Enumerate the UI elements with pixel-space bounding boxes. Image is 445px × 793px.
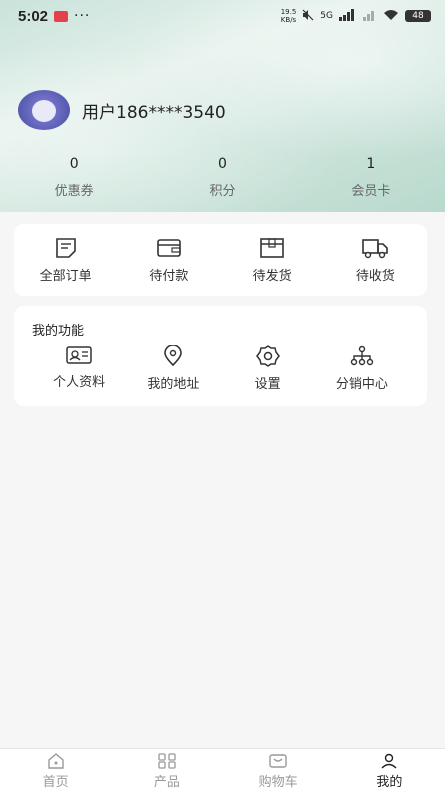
- package-icon: [259, 237, 285, 259]
- signal-secondary-icon: [363, 9, 377, 24]
- function-label: 我的地址: [147, 377, 200, 392]
- distribution-center-button[interactable]: 分销中心: [315, 345, 409, 392]
- username: 用户186****3540: [82, 102, 226, 123]
- mute-icon: [302, 9, 314, 24]
- settings-button[interactable]: 设置: [221, 345, 315, 392]
- network-speed: 19.5 KB/s: [281, 8, 297, 24]
- function-label: 分销中心: [335, 377, 388, 392]
- order-label: 待发货: [252, 268, 292, 284]
- network-speed-value: 19.5: [280, 8, 297, 16]
- stat-membership-card[interactable]: 1 会员卡: [297, 156, 445, 199]
- stat-label: 积分: [209, 184, 236, 199]
- cart-icon: [269, 753, 287, 769]
- stat-label: 优惠券: [54, 184, 94, 199]
- order-all-button[interactable]: 全部订单: [14, 237, 117, 284]
- tab-home[interactable]: 首页: [0, 749, 111, 793]
- function-label: 个人资料: [53, 375, 106, 390]
- more-notifications-icon: ···: [74, 8, 91, 24]
- user-icon: [380, 753, 398, 769]
- status-time: 5:02: [18, 7, 49, 25]
- grid-icon: [158, 752, 176, 769]
- order-label: 全部订单: [39, 268, 92, 284]
- status-right: 19.5 KB/s 5G 48: [281, 8, 431, 24]
- network-speed-unit: KB/s: [280, 16, 297, 24]
- bottom-tab-bar: 首页 产品 购物车 我的: [0, 748, 445, 793]
- order-label: 待收货: [355, 268, 395, 284]
- order-pending-shipment-button[interactable]: 待发货: [221, 237, 324, 284]
- functions-title: 我的功能: [32, 324, 85, 339]
- home-icon: [47, 752, 65, 769]
- tab-mine[interactable]: 我的: [334, 749, 445, 793]
- orders-card: 全部订单 待付款 待发货 待收货: [14, 224, 427, 296]
- order-list-icon: [54, 237, 78, 259]
- stat-points[interactable]: 0 积分: [148, 156, 296, 199]
- signal-label: 5G: [320, 11, 333, 21]
- id-card-icon: [65, 345, 93, 365]
- signal-icon: [339, 8, 357, 24]
- status-bar: 5:02 ··· 19.5 KB/s 5G 48: [0, 0, 445, 32]
- tab-cart[interactable]: 购物车: [223, 749, 334, 793]
- order-pending-payment-button[interactable]: 待付款: [117, 237, 220, 284]
- my-functions-card: 我的功能 个人资料 我的地址 设置 分销中心: [14, 306, 427, 406]
- gear-icon: [255, 345, 280, 367]
- stat-label: 会员卡: [351, 184, 391, 199]
- functions-row: 个人资料 我的地址 设置 分销中心: [32, 345, 409, 392]
- stat-value: 0: [218, 156, 227, 172]
- profile-info-button[interactable]: 个人资料: [32, 345, 126, 392]
- avatar[interactable]: [18, 90, 70, 130]
- user-profile[interactable]: 用户186****3540: [18, 90, 226, 130]
- battery-indicator: 48: [405, 10, 431, 22]
- wifi-icon: [383, 9, 399, 24]
- function-label: 设置: [254, 377, 281, 392]
- location-pin-icon: [162, 345, 184, 367]
- stat-value: 0: [69, 156, 79, 172]
- user-stats: 0 优惠券 0 积分 1 会员卡: [0, 156, 445, 199]
- stat-value: 1: [366, 156, 376, 172]
- tab-label: 购物车: [258, 774, 298, 790]
- my-address-button[interactable]: 我的地址: [126, 345, 220, 392]
- notification-app-icon: [54, 10, 69, 22]
- wallet-icon: [156, 237, 182, 259]
- tab-label: 产品: [153, 774, 180, 790]
- tab-label: 我的: [376, 774, 403, 790]
- status-left: 5:02 ···: [18, 8, 90, 25]
- tab-products[interactable]: 产品: [111, 749, 222, 793]
- network-icon: [350, 345, 374, 367]
- tab-label: 首页: [42, 774, 69, 790]
- order-pending-receipt-button[interactable]: 待收货: [324, 237, 427, 284]
- order-label: 待付款: [149, 268, 189, 284]
- truck-icon: [361, 237, 389, 259]
- stat-coupons[interactable]: 0 优惠券: [0, 156, 148, 199]
